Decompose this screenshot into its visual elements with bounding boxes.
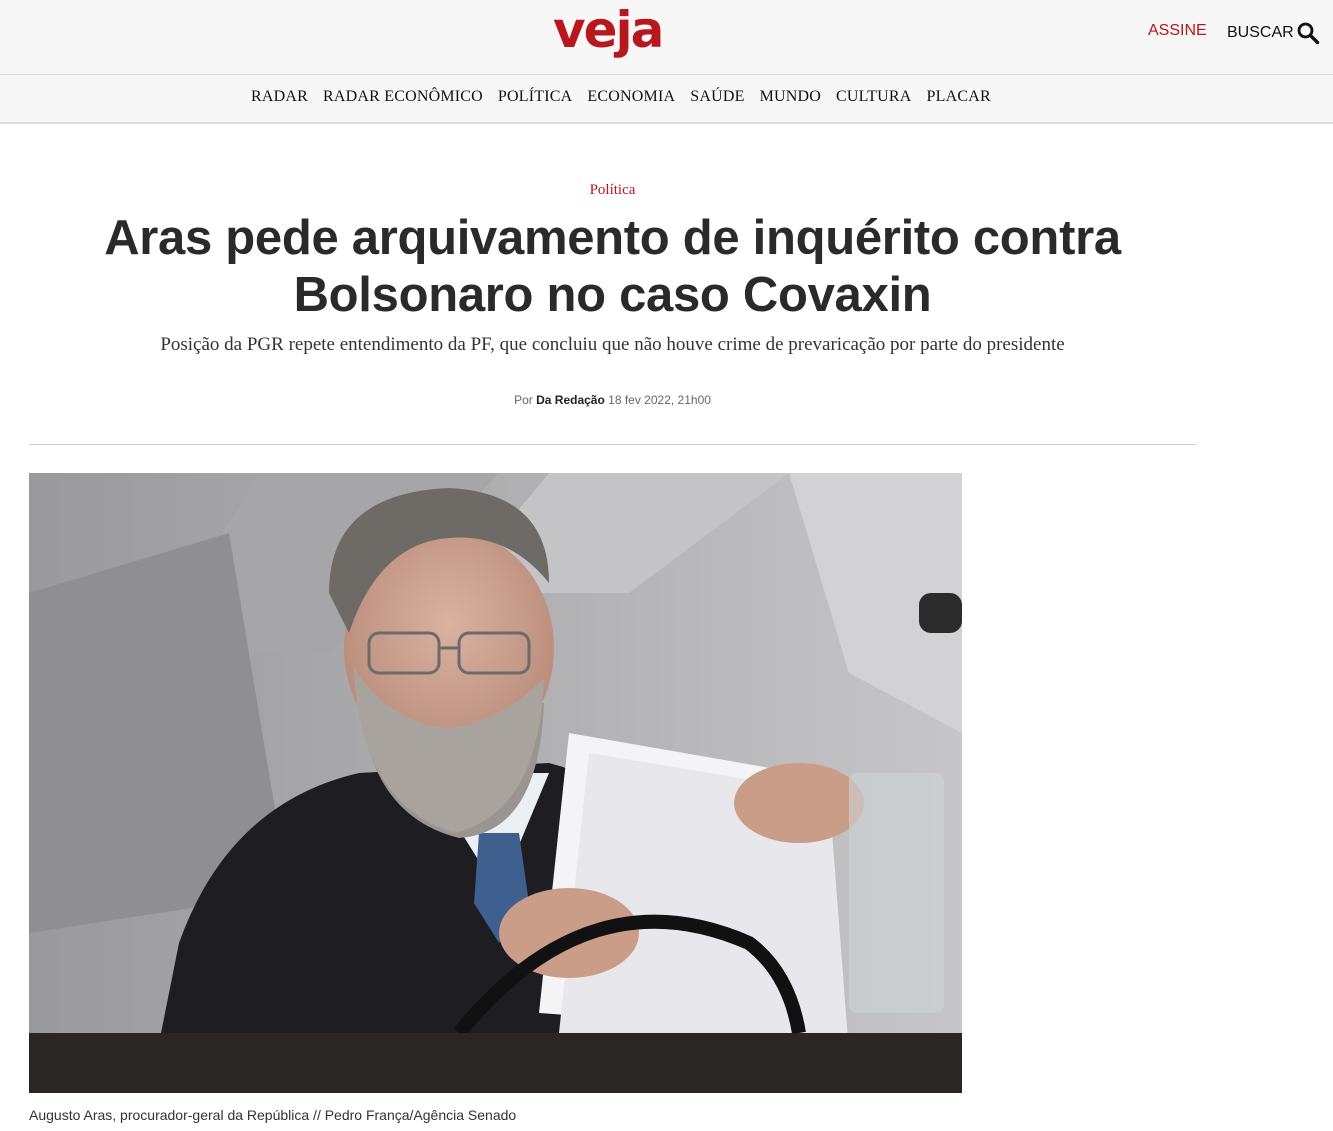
- main-nav: RADAR RADAR ECONÔMICO POLÍTICA ECONOMIA …: [0, 75, 1333, 124]
- publish-date: 18 fev 2022, 21h00: [608, 393, 711, 407]
- nav-item-mundo[interactable]: MUNDO: [760, 88, 821, 106]
- nav-list: RADAR RADAR ECONÔMICO POLÍTICA ECONOMIA …: [251, 88, 991, 106]
- article-subtitle: Posição da PGR repete entendimento da PF…: [160, 334, 1065, 355]
- nav-item-placar[interactable]: PLACAR: [927, 88, 991, 106]
- search-icon: [1296, 21, 1320, 45]
- nav-item-cultura[interactable]: CULTURA: [836, 88, 912, 106]
- headline-line-2: Bolsonaro no caso Covaxin: [293, 268, 932, 322]
- nav-item-radar[interactable]: RADAR: [251, 88, 308, 106]
- author-link[interactable]: Da Redação: [536, 393, 605, 407]
- headline-line-1: Aras pede arquivamento de inquérito cont…: [104, 211, 1121, 265]
- nav-item-radar-economico[interactable]: RADAR ECONÔMICO: [323, 88, 483, 106]
- veja-logo[interactable]: veja: [553, 2, 664, 58]
- page-title: Aras pede arquivamento de inquérito cont…: [0, 210, 1225, 324]
- search-button[interactable]: BUSCAR: [1227, 21, 1320, 45]
- divider: [29, 444, 1196, 445]
- subscribe-link[interactable]: ASSINE: [1148, 22, 1207, 40]
- top-bar: veja ASSINE BUSCAR: [0, 0, 1333, 75]
- byline-prefix: Por: [514, 393, 533, 407]
- nav-item-economia[interactable]: ECONOMIA: [587, 88, 675, 106]
- photo-caption: Augusto Aras, procurador-geral da Repúbl…: [29, 1107, 517, 1123]
- article-photo: [29, 473, 962, 1093]
- nav-item-politica[interactable]: POLÍTICA: [498, 88, 572, 106]
- nav-item-saude[interactable]: SAÚDE: [690, 88, 744, 106]
- search-label: BUSCAR: [1227, 24, 1294, 41]
- byline: Por Da Redação 18 fev 2022, 21h00: [0, 393, 1225, 407]
- section-label[interactable]: Política: [0, 182, 1225, 199]
